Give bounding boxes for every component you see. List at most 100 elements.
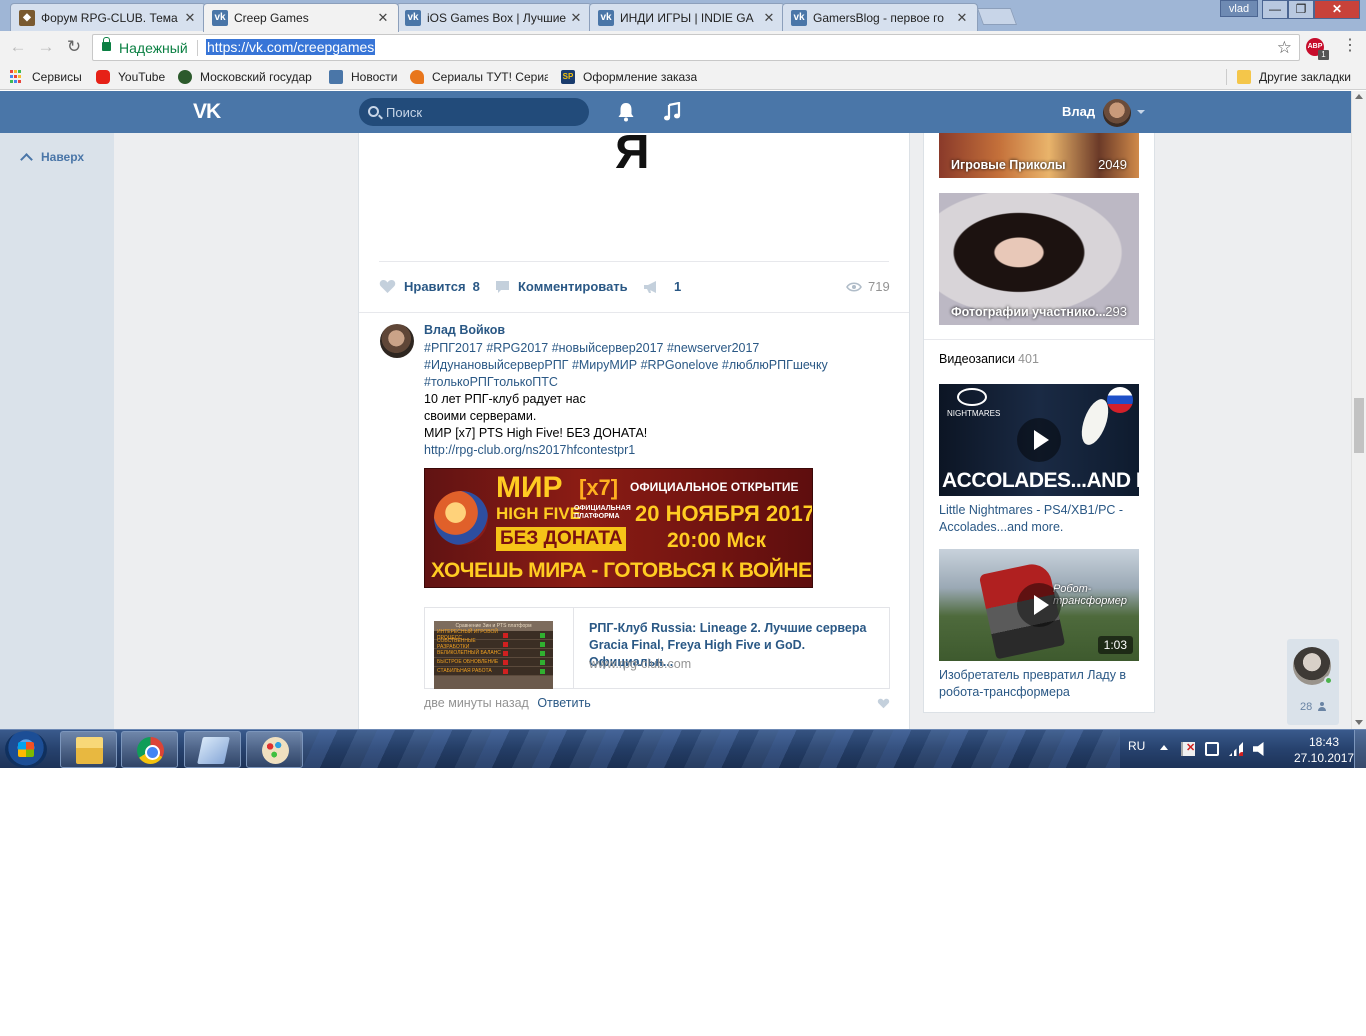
tab-close-icon[interactable]: ✕ <box>955 10 969 26</box>
back-arrow-icon[interactable]: ← <box>7 36 29 58</box>
sync-icon[interactable] <box>1205 742 1219 756</box>
chevron-down-icon[interactable] <box>1137 110 1145 114</box>
wall-feed: Я Нравится 8 Комментировать 1 719 Влад В… <box>358 133 910 729</box>
video-title[interactable]: Изобретатель превратил Ладу в робота-тра… <box>939 667 1144 701</box>
video-overlay-text: ACCOLADES...AND MORE <box>942 469 1139 492</box>
album-game-jokes[interactable]: Игровые Приколы 2049 <box>939 133 1139 178</box>
bookmark-youtube[interactable]: YouTube <box>96 68 165 86</box>
hashtag-link[interactable]: #люблюРПГшечку <box>722 358 828 372</box>
tab-strip: ◆ Форум RPG-CLUB. Тема ✕ vk Creep Games … <box>0 0 1366 32</box>
music-icon[interactable] <box>663 102 681 122</box>
taskbar-paint[interactable] <box>246 731 303 768</box>
taskbar-chrome[interactable] <box>121 731 178 768</box>
bookmark-other[interactable]: Другие закладки <box>1237 68 1351 86</box>
banner-time: 20:00 Мск <box>667 529 766 552</box>
tab-ios-games-box[interactable]: vk iOS Games Box | Лучшие ✕ <box>396 3 592 31</box>
minimize-button[interactable]: — <box>1262 0 1288 19</box>
tab-close-icon[interactable]: ✕ <box>762 10 776 26</box>
reload-icon[interactable]: ↻ <box>63 36 85 58</box>
bookmark-moscow-state[interactable]: Московский государ <box>178 68 316 86</box>
scroll-down-arrow-icon[interactable] <box>1355 720 1363 725</box>
scrollbar-thumb[interactable] <box>1354 398 1364 453</box>
video-thumbnail[interactable]: NIGHTMARES ACCOLADES...AND MORE <box>939 384 1139 496</box>
hashtag-link[interactable]: #RPGonelove <box>641 358 719 372</box>
tab-close-icon[interactable]: ✕ <box>183 10 197 26</box>
bookmark-order[interactable]: SP Оформление заказа <box>561 68 697 86</box>
maximize-button[interactable]: ❐ <box>1288 0 1314 19</box>
hashtag-link[interactable]: #ИдунановыйсерверРПГ <box>424 358 568 372</box>
tab-gamersblog[interactable]: vk GamersBlog - первое го ✕ <box>782 3 978 31</box>
vk-logo[interactable]: VK <box>193 100 221 124</box>
play-icon[interactable] <box>1017 418 1061 462</box>
volume-icon[interactable] <box>1253 742 1264 756</box>
chrome-menu-icon[interactable]: ⋮ <box>1342 36 1358 56</box>
new-tab-button[interactable] <box>976 8 1018 25</box>
album-member-photos[interactable]: Фотографии участнико... 293 <box>939 193 1139 325</box>
comment-link[interactable]: http://rpg-club.org/ns2017hfcontestpr1 <box>424 442 894 459</box>
address-bar[interactable]: Надежный https://vk.com/creepgames ☆ <box>92 34 1300 61</box>
forward-arrow-icon[interactable]: → <box>35 36 57 58</box>
hashtag-link[interactable]: #новыйсервер2017 <box>552 341 664 355</box>
taskbar-notes[interactable] <box>184 731 241 768</box>
album-count: 293 <box>1105 304 1127 319</box>
action-center-flag-icon[interactable] <box>1181 741 1195 756</box>
hashtag-link[interactable]: #МируМИР <box>572 358 637 372</box>
tab-close-icon[interactable]: ✕ <box>569 10 583 26</box>
tab-indie-games[interactable]: vk ИНДИ ИГРЫ | INDIE GA ✕ <box>589 3 785 31</box>
scroll-up-arrow-icon[interactable] <box>1355 94 1363 99</box>
promo-banner-image[interactable]: МИР [x7] HIGH FIVE ОФИЦИАЛЬНАЯ ПЛАТФОРМА… <box>424 468 813 588</box>
clock-date: 27.10.2017 <box>1294 751 1355 765</box>
tab-rpg-club-forum[interactable]: ◆ Форум RPG-CLUB. Тема ✕ <box>10 3 206 31</box>
clock[interactable]: 18:43 27.10.2017 <box>1294 734 1354 766</box>
show-desktop-button[interactable] <box>1354 730 1366 768</box>
comment-avatar[interactable] <box>380 324 414 358</box>
lock-icon <box>102 37 111 51</box>
comment-author[interactable]: Влад Войков <box>424 323 505 337</box>
url-text[interactable]: https://vk.com/creepgames <box>206 39 376 55</box>
taskbar-wallpaper <box>300 730 1120 768</box>
videos-header[interactable]: Видеозаписи 401 <box>939 352 1039 366</box>
bookmark-serials[interactable]: Сериалы ТУТ! Сериа <box>410 68 548 86</box>
link-domain: www.rpg-club.com <box>589 657 692 671</box>
video-title[interactable]: Little Nightmares - PS4/XB1/PC - Accolad… <box>939 502 1144 536</box>
scroll-top-link[interactable]: Наверх <box>18 150 84 166</box>
link-preview-card[interactable]: Сравнение Зин и PTS платформ ИНТЕРЕСНЫЙ … <box>424 607 890 689</box>
video-thumbnail[interactable]: Робот-трансформер 1:03 <box>939 549 1139 661</box>
like-label: Нравится <box>404 279 466 294</box>
views-count: 719 <box>868 279 890 294</box>
start-button[interactable] <box>5 731 47 768</box>
tray-expand-icon[interactable] <box>1160 745 1168 750</box>
tab-close-icon[interactable]: ✕ <box>376 10 390 26</box>
hashtag-link[interactable]: #newserver2017 <box>667 341 759 355</box>
profile-badge[interactable]: vlad <box>1220 0 1258 17</box>
scroll-to-top-panel[interactable]: Наверх <box>0 133 114 729</box>
avatar[interactable] <box>1103 99 1131 127</box>
comment-icon <box>496 280 509 293</box>
heart-icon[interactable] <box>877 698 890 709</box>
bell-icon[interactable] <box>617 102 635 122</box>
page-scrollbar[interactable] <box>1351 91 1366 729</box>
hashtag-link[interactable]: #толькоРПГтолькоПТС <box>424 375 558 389</box>
taskbar: RU 18:43 27.10.2017 <box>0 729 1366 768</box>
reply-button[interactable]: Ответить <box>537 696 590 710</box>
share-button[interactable]: 1 <box>643 279 681 294</box>
bookmark-label: Московский государ <box>200 70 312 84</box>
search-input[interactable] <box>386 103 576 121</box>
close-window-button[interactable]: ✕ <box>1314 0 1360 19</box>
taskbar-explorer[interactable] <box>60 731 117 768</box>
bookmark-services[interactable]: Сервисы <box>10 68 82 86</box>
hashtag-link[interactable]: #РПГ2017 <box>424 341 483 355</box>
hashtag-link[interactable]: #RPG2017 <box>486 341 548 355</box>
network-signal-icon[interactable] <box>1229 742 1243 756</box>
friends-online-widget[interactable]: 28 <box>1287 639 1339 725</box>
bookmark-star-icon[interactable]: ☆ <box>1277 38 1292 58</box>
like-button[interactable]: Нравится 8 <box>379 279 480 294</box>
search-box[interactable] <box>359 98 589 126</box>
bookmark-news[interactable]: Новости <box>329 68 397 86</box>
play-icon[interactable] <box>1017 583 1061 627</box>
user-name[interactable]: Влад <box>1062 104 1095 119</box>
comment-time[interactable]: две минуты назад <box>424 696 529 710</box>
language-indicator[interactable]: RU <box>1128 739 1145 753</box>
tab-creep-games[interactable]: vk Creep Games ✕ <box>203 3 399 32</box>
comment-button[interactable]: Комментировать <box>495 279 628 294</box>
